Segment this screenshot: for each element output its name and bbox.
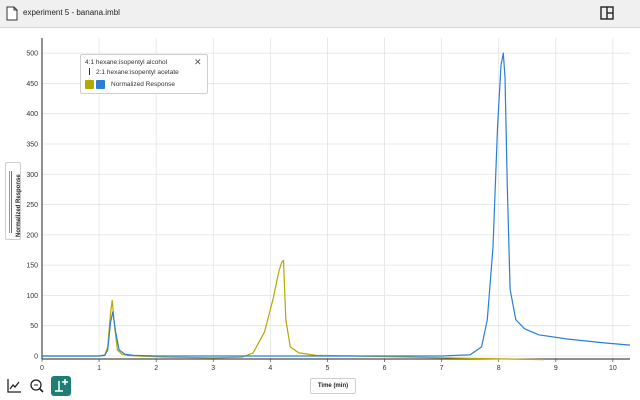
- window-title: experiment 5 - banana.imbl: [23, 8, 120, 17]
- y-axis-label: Normalized Response: [16, 174, 22, 237]
- y-tick-label: 300: [26, 172, 38, 179]
- add-marker-button[interactable]: [51, 376, 71, 396]
- series-1-line: [42, 259, 545, 361]
- x-axis-label-button[interactable]: Time (min): [310, 378, 356, 394]
- x-tick-label: 9: [554, 365, 558, 372]
- zoom-icon: [30, 379, 44, 393]
- legend-series-2-label: 2:1 hexane:isopentyl acetate: [96, 69, 179, 76]
- y-tick-label: 200: [26, 232, 38, 239]
- legend-cursor: [89, 68, 90, 75]
- x-tick-label: 1: [97, 365, 101, 372]
- zoom-tool-button[interactable]: [27, 376, 47, 396]
- y-tick-label: 500: [26, 51, 38, 58]
- add-marker-icon: [55, 379, 68, 392]
- y-tick-label: 350: [26, 141, 38, 148]
- y-tick-label: 400: [26, 111, 38, 118]
- chart-tool-button[interactable]: [4, 376, 24, 396]
- file-icon: [6, 6, 18, 21]
- x-tick-label: 3: [211, 365, 215, 372]
- legend-response-label: Normalized Response: [111, 81, 175, 88]
- legend-series-1-label: 4:1 hexane:isopentyl alcohol: [85, 59, 168, 66]
- y-tick-label: 100: [26, 293, 38, 300]
- line-chart-icon: [7, 379, 21, 393]
- title-bar: experiment 5 - banana.imbl: [0, 0, 640, 28]
- x-tick-label: 8: [497, 365, 501, 372]
- legend-series-2-swatch[interactable]: [96, 80, 105, 89]
- y-tick-label: 0: [34, 353, 38, 360]
- close-icon[interactable]: ✕: [194, 57, 202, 68]
- legend-series-1-swatch[interactable]: [85, 80, 94, 89]
- y-tick-label: 150: [26, 263, 38, 270]
- series-1-color-bar: [9, 171, 10, 233]
- x-tick-label: 0: [40, 365, 44, 372]
- x-tick-label: 2: [154, 365, 158, 372]
- x-tick-label: 5: [325, 365, 329, 372]
- x-tick-label: 7: [440, 365, 444, 372]
- y-axis-label-button[interactable]: Normalized Response: [5, 162, 22, 240]
- y-tick-label: 450: [26, 81, 38, 88]
- series-2-color-bar: [11, 171, 12, 233]
- x-tick-label: 6: [383, 365, 387, 372]
- y-tick-label: 50: [30, 323, 38, 330]
- x-tick-label: 10: [609, 365, 617, 372]
- split-layout-icon[interactable]: [600, 6, 614, 20]
- y-tick-label: 250: [26, 202, 38, 209]
- x-tick-label: 4: [268, 365, 272, 372]
- legend: 4:1 hexane:isopentyl alcohol 2:1 hexane:…: [80, 54, 208, 94]
